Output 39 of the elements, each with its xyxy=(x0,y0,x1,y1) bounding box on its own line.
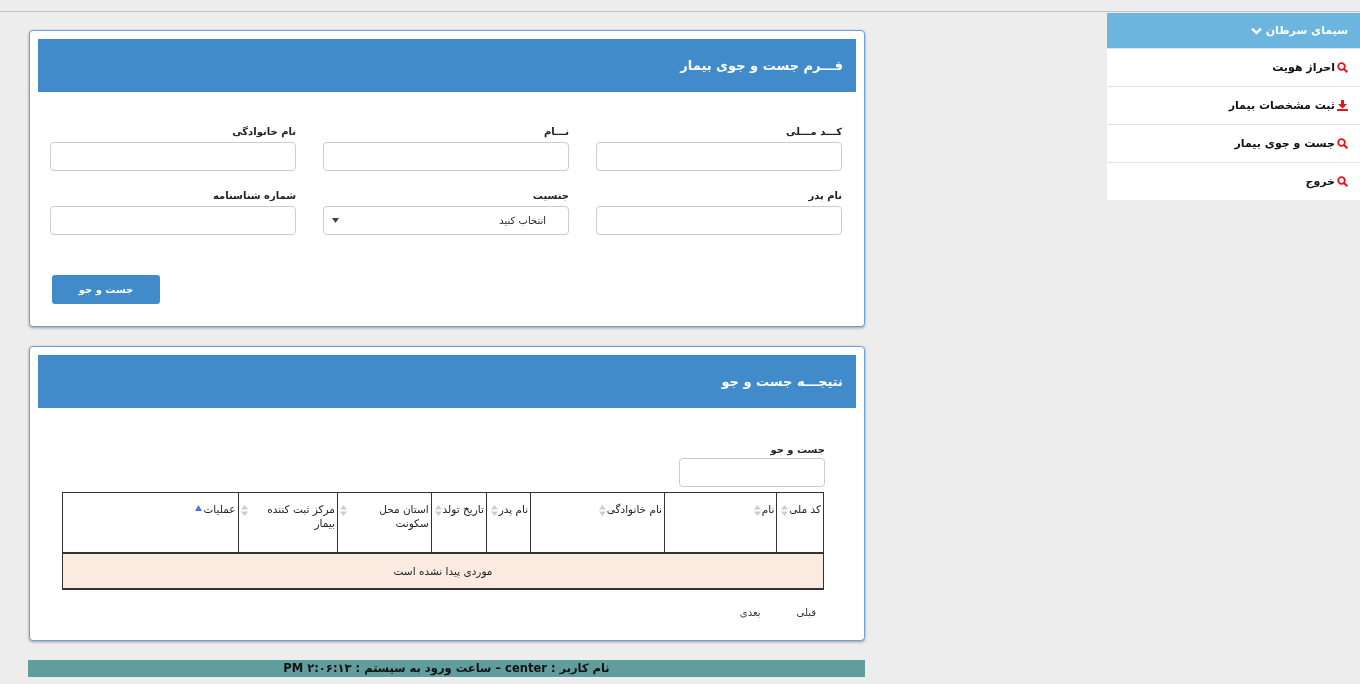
empty-message: موردی پیدا نشده است xyxy=(62,553,824,589)
field-label: نـــام xyxy=(543,126,569,137)
panel-title: فـــرم جست و جوی بیمار xyxy=(38,39,856,92)
search-button[interactable]: جست و جو xyxy=(52,275,160,304)
search-icon xyxy=(1337,138,1348,149)
input-field[interactable] xyxy=(596,206,842,235)
column-label: کد ملی xyxy=(789,502,821,517)
field-label: نام پدر xyxy=(808,190,842,201)
sidebar-item[interactable]: ثبت مشخصات بیمار xyxy=(1107,86,1360,124)
status-bar: نام کاربر : center – ساعت ورود به سیستم : ۲:۰۶:۱۳ PM xyxy=(28,660,865,677)
search-icon xyxy=(1337,176,1348,187)
download-icon xyxy=(1337,100,1348,111)
field-label: نام خانوادگی xyxy=(232,126,296,137)
search-field[interactable] xyxy=(679,458,825,487)
input-field[interactable] xyxy=(50,142,296,171)
column-label: نام xyxy=(761,502,775,517)
sidebar-item[interactable]: جست و جوی بیمار xyxy=(1107,124,1360,162)
sidebar-item[interactable]: احراز هویت xyxy=(1107,48,1360,86)
column-label: نام خانوادگی xyxy=(606,502,663,517)
dropdown-arrow-icon xyxy=(332,218,339,223)
field-label: شماره شناسنامه xyxy=(212,190,296,201)
column-label: عملیات xyxy=(203,502,236,517)
field-label: کـــد مـــلی xyxy=(786,126,842,137)
input-field[interactable] xyxy=(50,206,296,235)
previous-link[interactable]: قبلی xyxy=(796,607,816,618)
field-label: جنسیت xyxy=(532,190,569,201)
sidebar-item[interactable]: خروج xyxy=(1107,162,1360,200)
search-icon xyxy=(1337,62,1348,73)
column-label: تاریخ تولد xyxy=(442,502,484,517)
next-link[interactable]: بعدی xyxy=(739,607,761,618)
input-field[interactable] xyxy=(596,142,842,171)
column-label: نام پدر xyxy=(498,502,529,517)
field-label: جست و جو xyxy=(770,444,825,455)
input-field[interactable] xyxy=(323,142,569,171)
chevron-icon xyxy=(1250,26,1262,35)
panel-title: نتیجـــه جست و جو xyxy=(38,355,856,408)
column-label: استان محل سکونت xyxy=(378,502,429,531)
gender-select[interactable]: انتخاب کنید xyxy=(323,206,569,235)
column-label: مرکز ثبت کننده بیمار xyxy=(266,502,335,531)
